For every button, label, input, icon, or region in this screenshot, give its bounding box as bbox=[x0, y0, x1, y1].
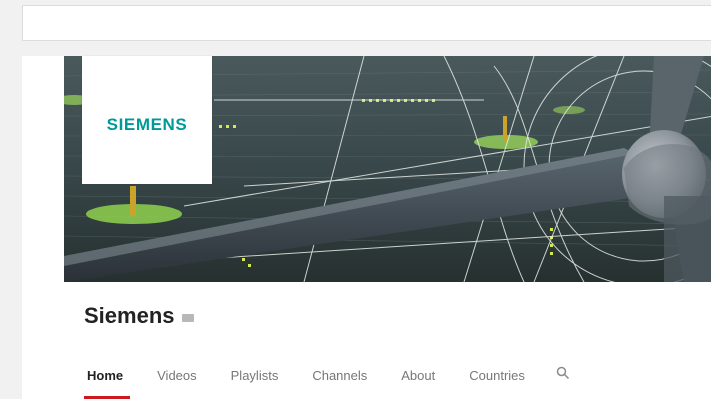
logo-text: SIEMENS bbox=[106, 115, 188, 134]
youtube-channel-page: SIEMENS Siemens Home Videos Playlists Ch… bbox=[0, 0, 711, 399]
tab-about[interactable]: About bbox=[384, 362, 452, 399]
tab-home[interactable]: Home bbox=[70, 362, 140, 399]
verified-badge-icon bbox=[181, 314, 194, 322]
tab-videos[interactable]: Videos bbox=[140, 362, 214, 399]
channel-title: Siemens bbox=[84, 303, 175, 328]
channel-tabs: Home Videos Playlists Channels About Cou… bbox=[70, 362, 582, 399]
siemens-logo: SIEMENS bbox=[82, 56, 212, 184]
tab-countries[interactable]: Countries bbox=[452, 362, 542, 399]
channel-title-row: Siemens bbox=[84, 303, 194, 329]
tab-playlists[interactable]: Playlists bbox=[214, 362, 296, 399]
search-bar[interactable] bbox=[22, 5, 711, 41]
tab-search-button[interactable] bbox=[542, 362, 582, 397]
search-icon bbox=[556, 366, 569, 380]
tab-channels[interactable]: Channels bbox=[295, 362, 384, 399]
